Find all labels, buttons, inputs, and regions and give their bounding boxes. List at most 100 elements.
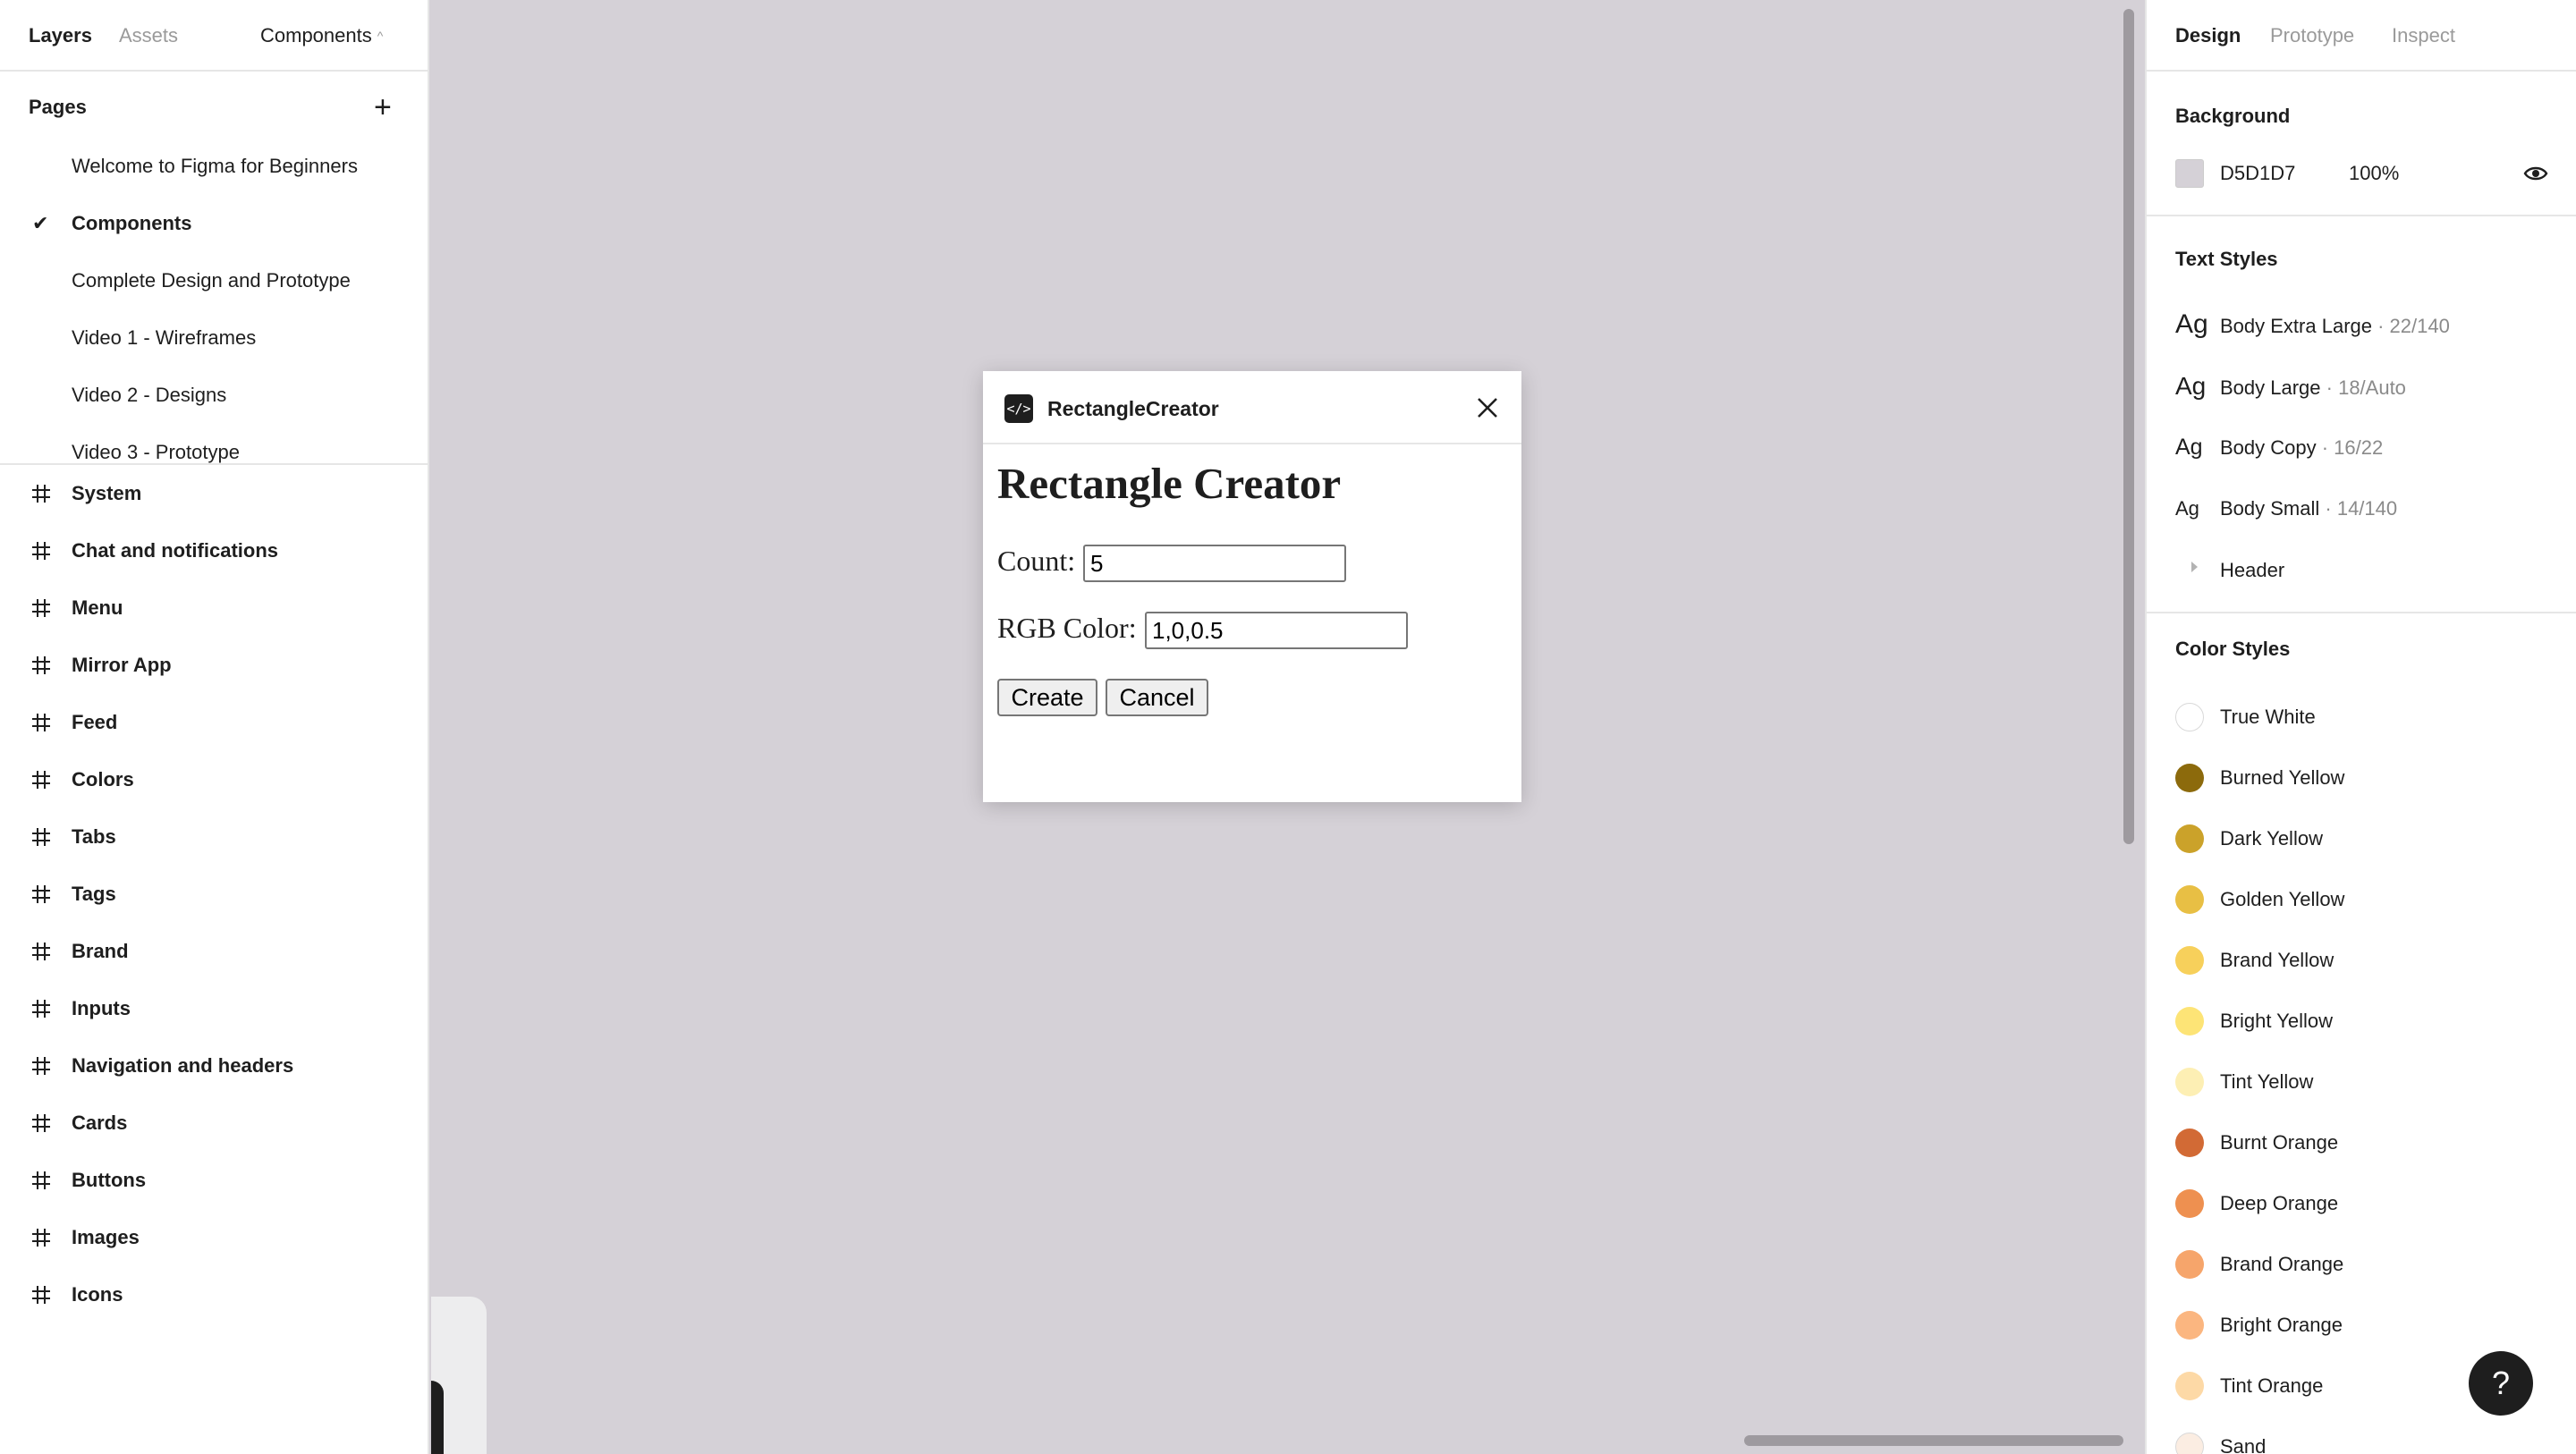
close-icon[interactable] [1473,393,1502,422]
background-opacity[interactable]: 100% [2349,161,2399,186]
text-style-meta: · 22/140 [2371,315,2450,337]
frame-label: Mirror App [72,654,172,676]
create-button[interactable]: Create [997,679,1097,716]
canvas-frame-device-edge [431,1381,444,1454]
color-style-name: Burnt Orange [2220,1131,2339,1154]
color-style-name: Tint Orange [2220,1374,2324,1397]
frame-icon [32,1114,50,1132]
frame-item[interactable]: Images [0,1223,428,1259]
tab-assets[interactable]: Assets [119,23,178,48]
text-style-item[interactable]: Ag Body Small · 14/140 [2175,497,2397,533]
frame-item[interactable]: Feed [0,708,428,744]
count-label: Count: [997,545,1076,577]
color-style-name: Brand Orange [2220,1253,2344,1275]
chevron-up-icon: ^ [377,29,384,43]
text-style-name: Body Small [2220,497,2320,520]
left-panel-tabs: Layers Assets Components ^ [0,0,428,72]
plugin-dialog: </> RectangleCreator Rectangle Creator C… [983,371,1521,802]
plugin-dialog-header: </> RectangleCreator [983,371,1521,444]
layers-panel: Layers Assets Components ^ Pages + Welcom… [0,0,429,1454]
page-item[interactable]: Complete Design and Prototype [72,268,351,293]
current-page-label: Components [260,24,372,46]
frame-icon [32,1229,50,1247]
tab-prototype[interactable]: Prototype [2270,23,2354,48]
text-style-name: Body Large [2220,376,2321,399]
color-style-name: Burned Yellow [2220,766,2345,789]
background-header: Background [2175,105,2291,127]
page-item[interactable]: Video 3 - Prototype [72,440,240,463]
count-input[interactable] [1083,545,1346,582]
page-switcher[interactable]: Components ^ [260,23,383,48]
background-swatch[interactable] [2175,159,2204,188]
text-style-group-header[interactable]: Header [2220,558,2284,583]
frame-icon [32,771,50,789]
frame-label: Tags [72,883,116,905]
frame-label: Icons [72,1283,123,1306]
page-item[interactable]: Video 1 - Wireframes [72,325,256,351]
color-swatch [2175,1068,2204,1096]
frame-item[interactable]: Chat and notifications [0,537,428,572]
frame-item[interactable]: Tags [0,880,428,916]
frame-label: Colors [72,768,134,790]
color-swatch [2175,885,2204,914]
frame-label: Menu [72,596,123,619]
page-item-selected[interactable]: Components [72,211,191,236]
page-item[interactable]: Video 2 - Designs [72,383,226,408]
tab-inspect[interactable]: Inspect [2392,23,2455,48]
text-style-preview: Ag [2175,435,2203,460]
frame-item[interactable]: Brand [0,937,428,973]
color-swatch [2175,703,2204,731]
page-item[interactable]: Welcome to Figma for Beginners [72,154,358,179]
frame-item[interactable]: Icons [0,1281,428,1316]
frame-icon [32,1286,50,1304]
frame-label: System [72,482,142,504]
color-swatch [2175,1129,2204,1157]
divider [0,463,428,465]
text-style-item[interactable]: Ag Body Large · 18/Auto [2175,372,2406,408]
color-swatch [2175,946,2204,975]
frame-icon [32,1000,50,1018]
background-hex[interactable]: D5D1D7 [2220,161,2295,186]
horizontal-scrollbar[interactable] [1744,1435,2123,1446]
frame-icon [32,885,50,903]
color-style-name: Tint Yellow [2220,1070,2314,1093]
color-swatch [2175,1189,2204,1218]
color-style-name: Bright Orange [2220,1314,2343,1336]
color-swatch [2175,824,2204,853]
text-style-item[interactable]: Ag Body Extra Large · 22/140 [2175,309,2450,345]
frame-label: Chat and notifications [72,539,278,562]
plugin-code-icon: </> [1004,394,1033,423]
cancel-button[interactable]: Cancel [1106,679,1208,716]
frame-label: Tabs [72,825,116,848]
color-swatch [2175,1250,2204,1279]
tab-design[interactable]: Design [2175,23,2241,48]
tab-layers[interactable]: Layers [29,23,92,48]
text-style-meta: · 18/Auto [2320,376,2406,399]
text-style-preview: Ag [2175,309,2208,339]
frame-label: Images [72,1226,140,1248]
vertical-scrollbar[interactable] [2123,9,2134,844]
frame-item[interactable]: Cards [0,1109,428,1145]
frame-item[interactable]: Buttons [0,1166,428,1202]
text-style-name: Body Extra Large [2220,315,2372,337]
text-style-preview: Ag [2175,497,2199,520]
frame-icon [32,828,50,846]
frame-item[interactable]: Mirror App [0,651,428,687]
frame-item[interactable]: System [0,479,428,515]
frame-item[interactable]: Colors [0,765,428,801]
frame-icon [32,599,50,617]
color-style-name: Brand Yellow [2220,949,2334,971]
frame-label: Inputs [72,997,131,1019]
eye-icon[interactable] [2522,161,2549,186]
add-page-icon[interactable]: + [374,92,392,123]
text-style-item[interactable]: Ag Body Copy · 16/22 [2175,435,2383,470]
divider [2147,215,2576,216]
rgb-color-input[interactable] [1145,612,1408,649]
frame-item[interactable]: Inputs [0,994,428,1030]
frame-item[interactable]: Menu [0,594,428,630]
frame-item[interactable]: Navigation and headers [0,1052,428,1087]
color-style-name: Deep Orange [2220,1192,2339,1214]
help-button[interactable]: ? [2469,1351,2533,1416]
frame-item[interactable]: Tabs [0,823,428,858]
expand-triangle-icon[interactable] [2191,562,2198,572]
